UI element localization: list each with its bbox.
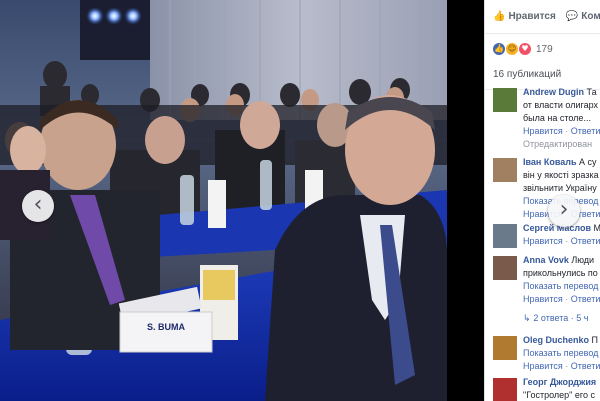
reaction-count: 179 — [536, 43, 553, 55]
comments-panel: 👍 Нравится 💬 Комментировать 👍 ☺ ♥ 179 16… — [484, 0, 600, 401]
viewer-margin — [447, 0, 484, 401]
comment-like-link[interactable]: Нравится — [523, 361, 563, 371]
comment-button[interactable]: 💬 Комментировать — [566, 11, 600, 22]
comment-text: П — [589, 335, 598, 345]
haha-reaction-icon: ☺ — [506, 43, 518, 55]
like-label: Нравится — [508, 11, 556, 22]
comment-label: Комментировать — [581, 11, 600, 22]
comment-text: от власти олигарх — [523, 100, 598, 110]
comment-reply-link[interactable]: Ответи — [571, 126, 600, 136]
avatar[interactable] — [493, 224, 517, 248]
comment-text: А су — [576, 157, 597, 167]
photo-viewer: S. BUMA ‹ — [0, 0, 484, 401]
comment-text: была на столе... — [523, 113, 591, 123]
placard-text: S. BUMA — [147, 322, 185, 332]
show-translation-link[interactable]: Показать перевод — [523, 280, 600, 293]
comment-text: Люди — [568, 255, 595, 265]
meta-separator: · — [562, 126, 571, 136]
avatar[interactable] — [493, 158, 517, 182]
comment-icon: 💬 — [565, 11, 579, 22]
avatar[interactable] — [493, 88, 517, 112]
like-reaction-icon: 👍 — [493, 43, 505, 55]
comment-author[interactable]: Іван Коваль — [523, 157, 577, 167]
thumbs-up-icon: 👍 — [493, 11, 506, 22]
comment-author[interactable]: Георг Джорджия — [523, 377, 596, 387]
replies-label: 2 ответа · 5 ч — [533, 313, 589, 323]
like-button[interactable]: 👍 Нравится — [493, 11, 556, 22]
chevron-left-icon: ‹ — [33, 192, 43, 217]
meta-separator: · — [562, 361, 571, 371]
show-translation-link[interactable]: Показать перевод — [523, 347, 600, 360]
publications-label: 16 публикаций — [493, 69, 562, 80]
comment-author[interactable]: Anna Vovk — [523, 255, 569, 265]
avatar[interactable] — [493, 378, 517, 401]
comment-text: "Гостролер" его с — [523, 390, 595, 400]
avatar[interactable] — [493, 256, 517, 280]
comment-text: М — [591, 223, 600, 233]
reply-arrow-icon: ↳ — [523, 314, 534, 324]
previous-photo-button[interactable]: ‹ — [22, 190, 54, 222]
edited-label: Отредактирован — [523, 139, 593, 149]
comment-reply-link[interactable]: Ответи — [571, 236, 600, 246]
comment-reply-link[interactable]: Ответи — [571, 361, 600, 371]
chevron-right-icon: › — [559, 197, 569, 222]
comment-text: прикольнулись по — [523, 268, 598, 278]
comment-text: він у якості зразка — [523, 170, 599, 180]
name-placard: S. BUMA — [124, 322, 208, 332]
comment-text: Та — [584, 87, 597, 97]
view-replies-link[interactable]: ↳ 2 ответа · 5 ч — [523, 312, 600, 326]
meta-separator: · — [562, 236, 571, 246]
comment-like-link[interactable]: Нравится — [523, 126, 563, 136]
comment-text: звільнити Україну — [523, 183, 597, 193]
conference-photo: S. BUMA — [0, 0, 447, 401]
comment-like-link[interactable]: Нравится — [523, 236, 563, 246]
next-photo-button[interactable]: › — [548, 195, 580, 227]
comment-like-link[interactable]: Нравится — [523, 294, 563, 304]
comment-author[interactable]: Andrew Dugin — [523, 87, 584, 97]
reactions-summary[interactable]: 👍 ☺ ♥ 179 — [485, 38, 600, 60]
comment-reply-link[interactable]: Ответи — [571, 294, 600, 304]
love-reaction-icon: ♥ — [519, 43, 531, 55]
avatar[interactable] — [493, 336, 517, 360]
post-actions-bar: 👍 Нравится 💬 Комментировать — [485, 0, 600, 34]
comment-author[interactable]: Oleg Duchenko — [523, 335, 589, 345]
meta-separator: · — [562, 294, 571, 304]
